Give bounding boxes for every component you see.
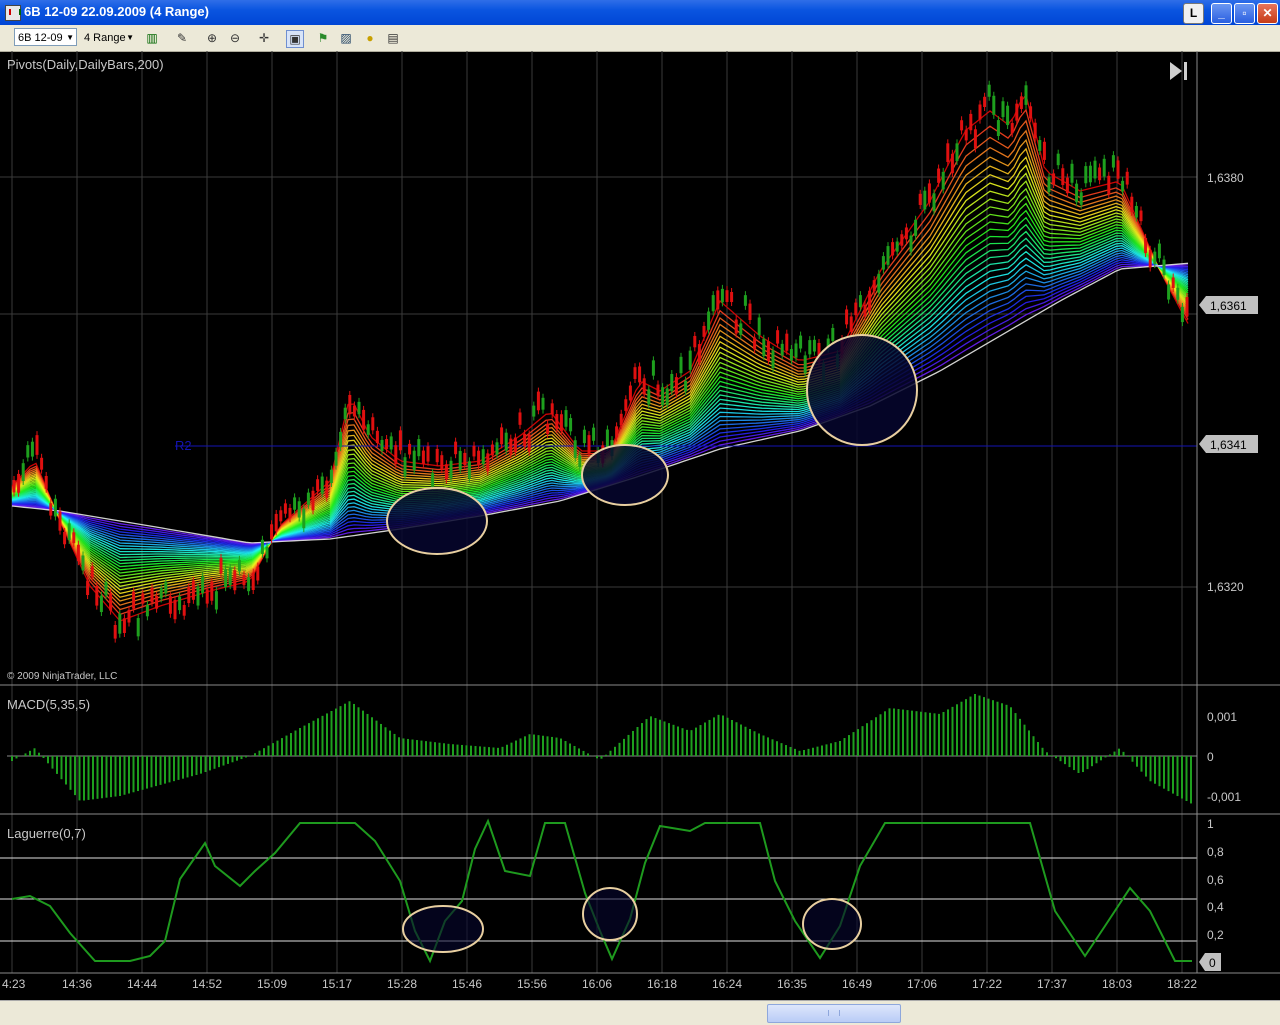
- crosshair-icon[interactable]: ✛: [256, 30, 272, 46]
- x-axis-label: 16:06: [582, 977, 612, 991]
- close-icon[interactable]: ✕: [1257, 3, 1278, 24]
- macd-panel-label: MACD(5,35,5): [7, 697, 90, 712]
- macd-tick-3: -0,001: [1207, 790, 1241, 804]
- x-axis-label: 18:22: [1167, 977, 1197, 991]
- pivot-r2-label: R2: [175, 438, 192, 453]
- moving-average-ribbon: [11, 93, 1189, 622]
- window-title: 6B 12-09 22.09.2009 (4 Range): [24, 4, 209, 19]
- pivot-tag-text: 1,6341: [1210, 438, 1247, 452]
- draw-tool-icon[interactable]: ✎: [174, 30, 190, 46]
- scrollbar-thumb[interactable]: [767, 1004, 901, 1023]
- x-axis-label: 14:52: [192, 977, 222, 991]
- macd-tick-2: 0: [1207, 750, 1214, 764]
- x-axis-label: 16:49: [842, 977, 872, 991]
- laguerre-tick-1: 1: [1207, 817, 1214, 831]
- x-axis-label: 14:44: [127, 977, 157, 991]
- x-axis-label: 18:03: [1102, 977, 1132, 991]
- price-tag: 1,6361: [1199, 296, 1258, 314]
- price-tick-1: 1,6380: [1207, 171, 1244, 185]
- laguerre-tick-3: 0,6: [1207, 873, 1224, 887]
- interval-value: 4 Range: [84, 32, 126, 44]
- x-axis-label: 15:17: [322, 977, 352, 991]
- laguerre-tag-text: 0: [1209, 956, 1216, 970]
- laguerre-panel-label: Laguerre(0,7): [7, 826, 86, 841]
- x-axis-label: 16:35: [777, 977, 807, 991]
- chart-area[interactable]: R2 Pivots(Daily,DailyBars,200) © 2009 Ni…: [0, 51, 1280, 1000]
- title-bar: 6B 12-09 22.09.2009 (4 Range) L _ ▫ ✕: [0, 0, 1280, 25]
- horizontal-scrollbar[interactable]: [0, 1000, 1280, 1025]
- interval-select[interactable]: 4 Range ▼: [80, 28, 137, 46]
- x-axis-label: 15:56: [517, 977, 547, 991]
- x-axis-label: 17:37: [1037, 977, 1067, 991]
- scroll-to-end-icon[interactable]: [1170, 62, 1187, 80]
- laguerre-tag: 0: [1199, 953, 1221, 971]
- bar-type-icon[interactable]: ▥: [144, 30, 160, 46]
- x-axis-label: 16:18: [647, 977, 677, 991]
- x-axis-label: 15:28: [387, 977, 417, 991]
- grid-lines: [0, 51, 1197, 973]
- laguerre-tick-5: 0,2: [1207, 928, 1224, 942]
- app-icon: [5, 5, 21, 21]
- pivot-tag: 1,6341: [1199, 435, 1258, 453]
- maximize-icon[interactable]: ▫: [1234, 3, 1255, 24]
- zoom-out-icon[interactable]: ⊖: [227, 30, 243, 46]
- x-axis-labels: 4:23 14:36 14:44 14:52 15:09 15:17 15:28 15:46 1…: [2, 977, 1197, 991]
- minimize-icon[interactable]: _: [1211, 3, 1232, 24]
- x-axis-label: 14:36: [62, 977, 92, 991]
- x-axis-label: 17:06: [907, 977, 937, 991]
- price-panel-label: Pivots(Daily,DailyBars,200): [7, 57, 164, 72]
- macd-histogram: [11, 694, 1192, 804]
- x-axis-label: 15:46: [452, 977, 482, 991]
- instrument-value: 6B 12-09: [18, 32, 63, 44]
- x-axis-label: 4:23: [2, 977, 26, 991]
- x-axis-label: 15:09: [257, 977, 287, 991]
- price-tick-2: 1,6320: [1207, 580, 1244, 594]
- zoom-in-icon[interactable]: ⊕: [204, 30, 220, 46]
- laguerre-tick-2: 0,8: [1207, 845, 1224, 859]
- link-button[interactable]: L: [1183, 3, 1204, 24]
- indicators-icon[interactable]: ⚑: [315, 30, 331, 46]
- laguerre-tick-4: 0,4: [1207, 900, 1224, 914]
- x-axis-label: 17:22: [972, 977, 1002, 991]
- chart-toolbar: 6B 12-09 ▼ 4 Range ▼ ▥ ✎ ⊕ ⊖ ✛ ▣ ⚑ ▨ ● ▤: [0, 25, 1280, 52]
- copyright-text: © 2009 NinjaTrader, LLC: [7, 671, 117, 682]
- x-axis-label: 16:24: [712, 977, 742, 991]
- macd-tick-1: 0,001: [1207, 710, 1237, 724]
- instrument-select[interactable]: 6B 12-09 ▼: [14, 28, 77, 46]
- properties-icon[interactable]: ▤: [385, 30, 401, 46]
- orders-icon[interactable]: ●: [362, 30, 378, 46]
- data-box-icon[interactable]: ▣: [286, 30, 304, 48]
- price-tag-text: 1,6361: [1210, 299, 1247, 313]
- strategies-icon[interactable]: ▨: [338, 30, 354, 46]
